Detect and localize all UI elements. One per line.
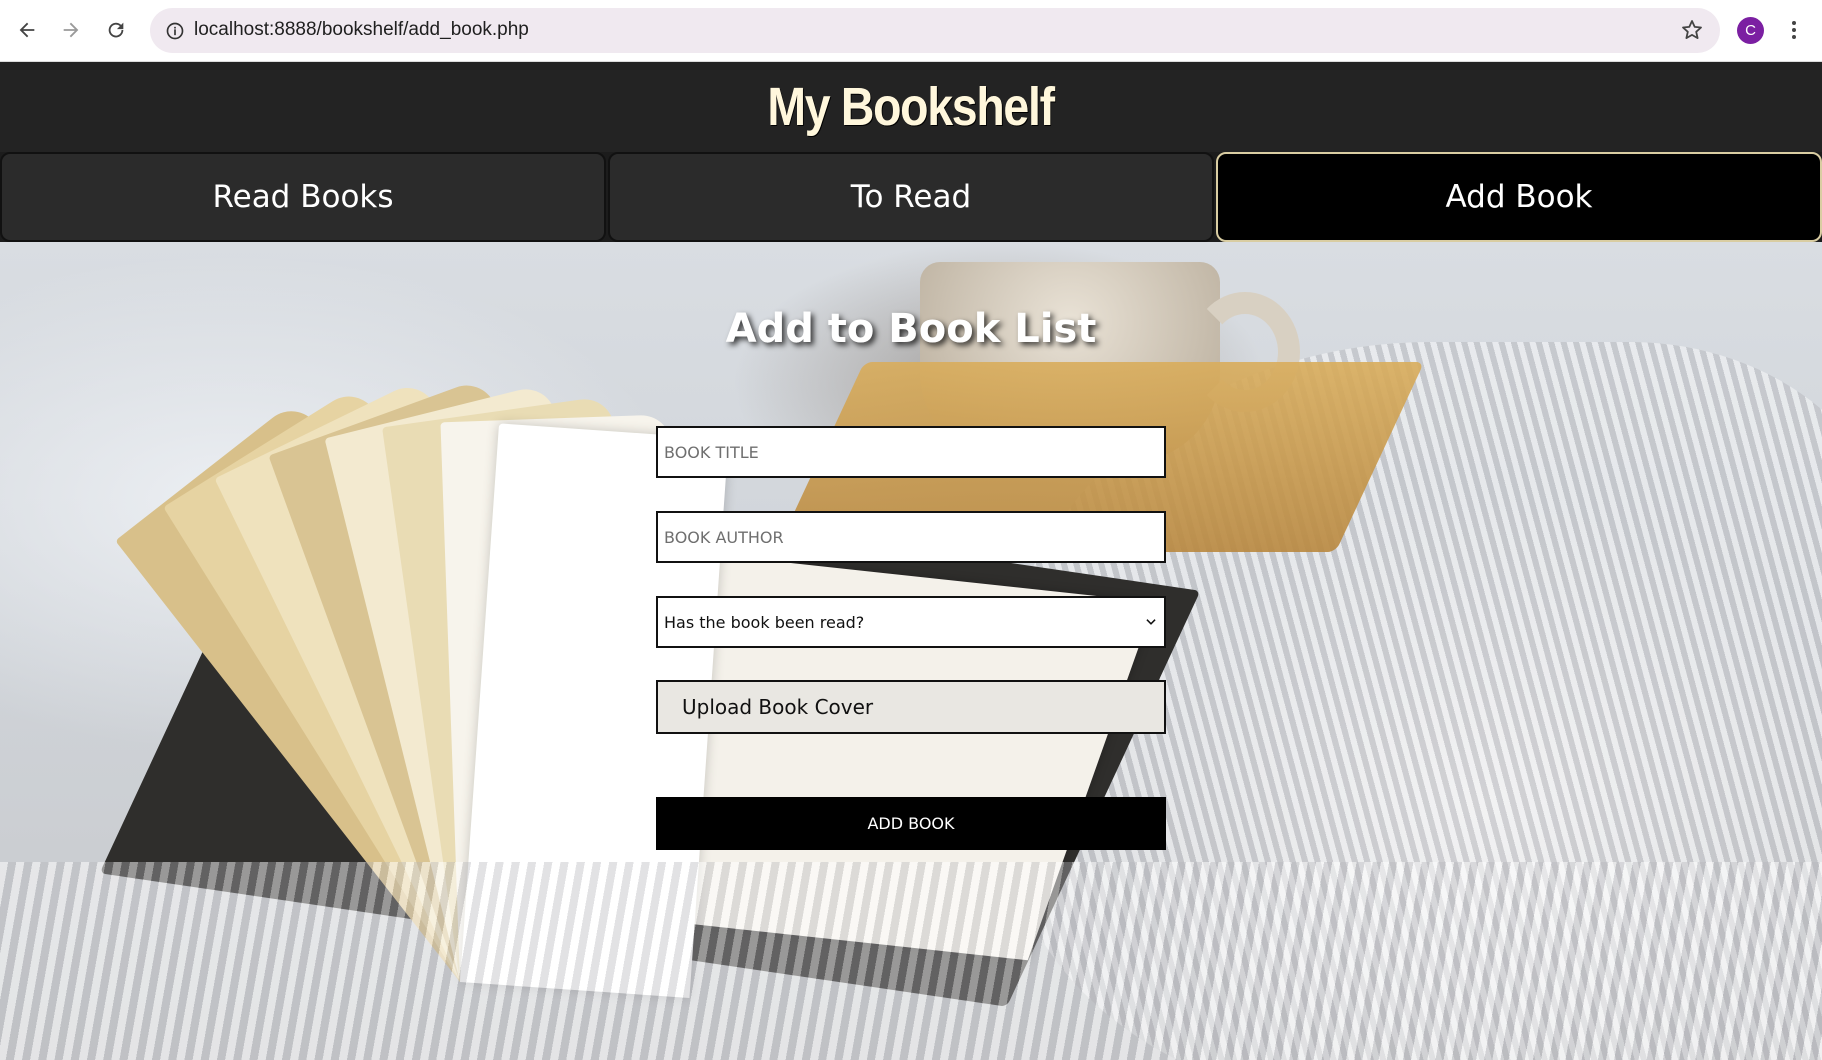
- site-title: My Bookshelf: [767, 77, 1056, 137]
- reload-icon[interactable]: [98, 12, 134, 48]
- tab-to-read[interactable]: To Read: [608, 152, 1214, 242]
- form-heading: Add to Book List: [725, 306, 1097, 352]
- upload-cover-label: Upload Book Cover: [682, 695, 874, 719]
- address-bar[interactable]: localhost:8888/bookshelf/add_book.php: [150, 8, 1720, 53]
- add-book-button[interactable]: ADD BOOK: [656, 797, 1166, 850]
- tab-read-books[interactable]: Read Books: [0, 152, 606, 242]
- site-info-icon[interactable]: [158, 14, 191, 47]
- site-header: My Bookshelf: [0, 62, 1822, 152]
- book-title-field[interactable]: [656, 426, 1166, 478]
- read-status-value: Has the book been read?: [664, 612, 865, 632]
- back-icon[interactable]: [9, 12, 45, 48]
- tab-add-book[interactable]: Add Book: [1216, 152, 1822, 242]
- add-book-form: Add to Book List Has the book been read?…: [0, 242, 1822, 1060]
- page: My Bookshelf Read Books To Read Add Book…: [0, 62, 1822, 1060]
- hero-background: Add to Book List Has the book been read?…: [0, 242, 1822, 1060]
- upload-cover-button[interactable]: Upload Book Cover: [656, 680, 1166, 734]
- profile-avatar[interactable]: C: [1737, 17, 1764, 44]
- read-status-select[interactable]: Has the book been read?: [656, 596, 1166, 648]
- browser-menu-icon[interactable]: [1782, 15, 1806, 45]
- book-author-input[interactable]: [664, 513, 1158, 561]
- main-nav: Read Books To Read Add Book: [0, 152, 1822, 242]
- url-text[interactable]: localhost:8888/bookshelf/add_book.php: [194, 19, 529, 41]
- book-title-input[interactable]: [664, 428, 1158, 476]
- bookmark-star-icon[interactable]: [1680, 18, 1704, 46]
- book-author-field[interactable]: [656, 511, 1166, 563]
- browser-toolbar: localhost:8888/bookshelf/add_book.php C: [0, 0, 1822, 62]
- chevron-down-icon: [1146, 619, 1156, 625]
- forward-icon[interactable]: [53, 12, 89, 48]
